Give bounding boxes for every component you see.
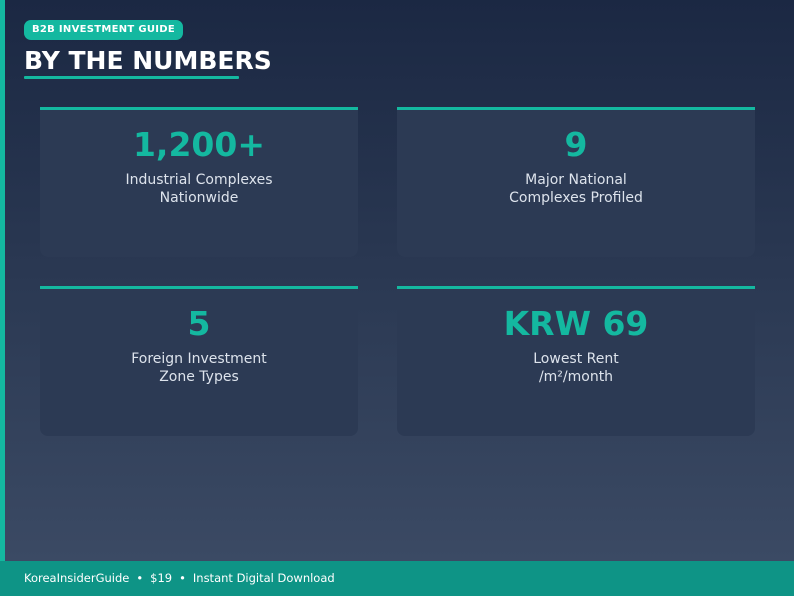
stat-card-zone-types: 5 Foreign Investment Zone Types <box>40 286 358 436</box>
stat-label: Lowest Rent /m²/month <box>397 351 755 386</box>
guide-badge: B2B INVESTMENT GUIDE <box>24 20 184 40</box>
stat-label-line: Complexes Profiled <box>509 189 643 206</box>
stat-card-industrial-complexes: 1,200+ Industrial Complexes Nationwide <box>40 107 358 257</box>
stat-label: Industrial Complexes Nationwide <box>40 172 358 207</box>
stat-label-line: Lowest Rent <box>533 351 619 367</box>
stat-card-national-complexes: 9 Major National Complexes Profiled <box>397 107 755 257</box>
stat-label-line: Foreign Investment <box>131 351 267 367</box>
stat-label-line: /m²/month <box>538 368 614 385</box>
stat-value: KRW 69 <box>503 304 649 343</box>
stat-value: 1,200+ <box>132 125 266 164</box>
stat-label-line: Zone Types <box>159 368 239 385</box>
page-title: BY THE NUMBERS <box>24 46 272 75</box>
footer-separator: • <box>179 571 186 585</box>
footer-delivery: Instant Digital Download <box>192 571 335 585</box>
stat-label: Major National Complexes Profiled <box>397 172 755 207</box>
stat-value: 5 <box>187 304 211 343</box>
stat-label-line: Industrial Complexes <box>125 172 273 188</box>
stat-card-lowest-rent: KRW 69 Lowest Rent /m²/month <box>397 286 755 436</box>
footer-price: $19 <box>150 571 173 585</box>
footer-brand: KoreaInsiderGuide <box>24 571 130 585</box>
slide: B2B INVESTMENT GUIDE BY THE NUMBERS 1,20… <box>0 0 794 596</box>
stat-label-line: Major National <box>525 172 627 188</box>
stat-label-line: Nationwide <box>159 189 239 206</box>
title-underline <box>24 76 239 79</box>
stat-label: Foreign Investment Zone Types <box>40 351 358 386</box>
footer-bar: KoreaInsiderGuide • $19 • Instant Digital Do… <box>0 561 794 596</box>
footer-separator: • <box>136 571 144 585</box>
stat-value: 9 <box>564 125 588 164</box>
left-accent-bar <box>0 0 5 561</box>
